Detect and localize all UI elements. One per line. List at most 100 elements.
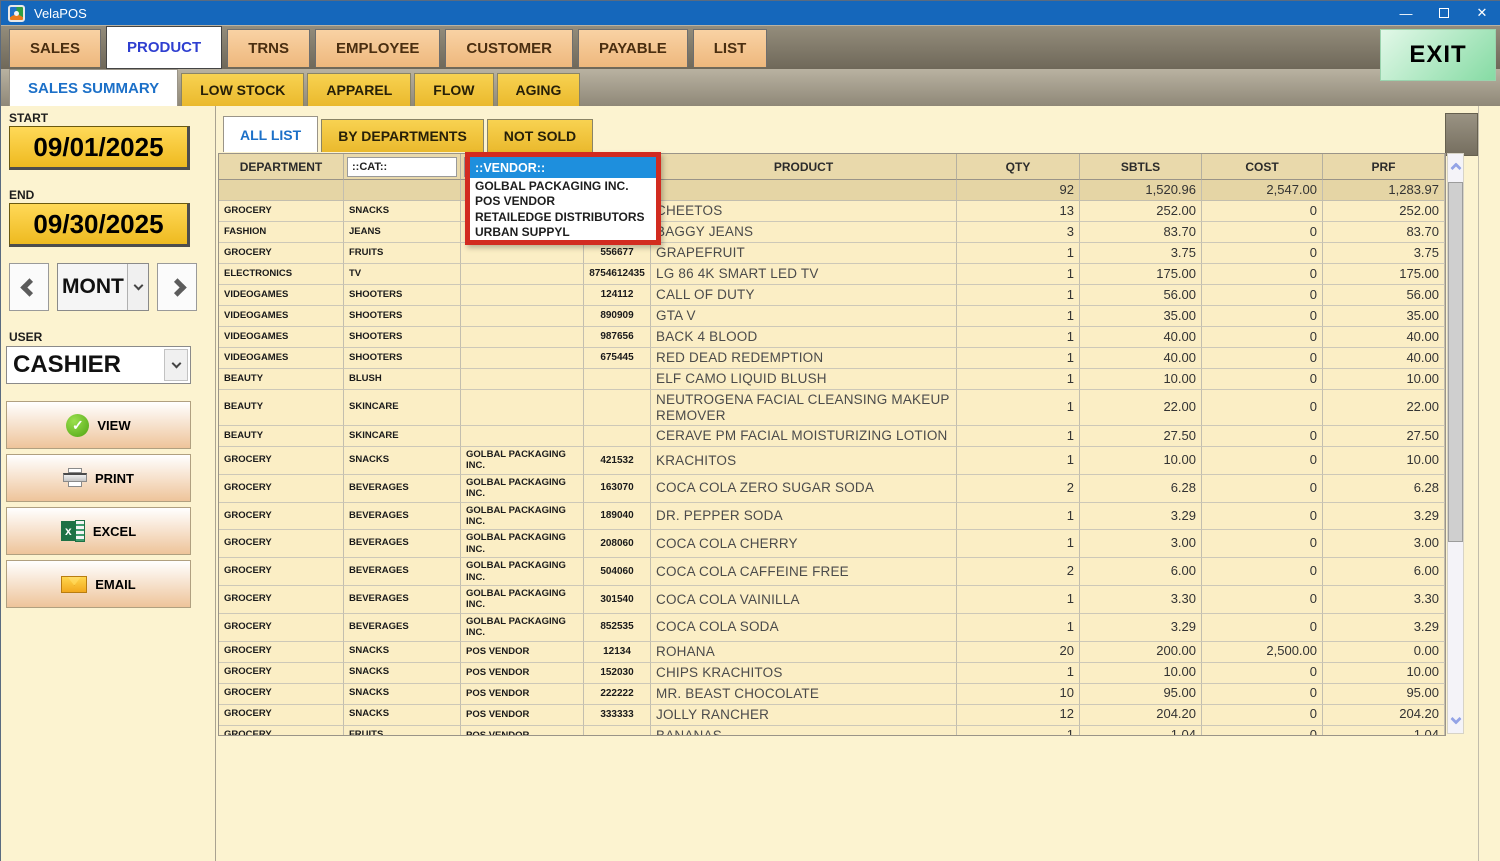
table-row[interactable]: GROCERYSNACKSCHEETOS13252.000252.00 bbox=[219, 201, 1445, 222]
tab-all-list[interactable]: ALL LIST bbox=[223, 116, 318, 152]
period-dropdown-arrow[interactable] bbox=[127, 264, 148, 310]
scroll-up-button[interactable] bbox=[1448, 156, 1463, 176]
start-date-button[interactable]: 09/01/2025 bbox=[9, 126, 190, 170]
cell-product: ROHANA bbox=[651, 642, 957, 663]
table-row[interactable]: GROCERYSNACKSPOS VENDOR333333JOLLY RANCH… bbox=[219, 705, 1445, 726]
cell-qty: 13 bbox=[957, 201, 1080, 222]
cell-sbtls: 3.29 bbox=[1080, 614, 1202, 642]
table-row[interactable]: GROCERYFRUITS556677GRAPEFRUIT13.7503.75 bbox=[219, 243, 1445, 264]
vendor-option-selected[interactable]: ::VENDOR:: bbox=[470, 157, 656, 178]
exit-button[interactable]: EXIT bbox=[1380, 29, 1496, 81]
tab-payable[interactable]: PAYABLE bbox=[578, 29, 688, 67]
table-row[interactable]: GROCERYSNACKSPOS VENDOR12134ROHANA20200.… bbox=[219, 642, 1445, 663]
tab-employee[interactable]: EMPLOYEE bbox=[315, 29, 440, 67]
category-filter-dropdown[interactable]: ::CAT:: bbox=[347, 157, 457, 177]
cell-cat: FRUITS bbox=[344, 243, 461, 264]
excel-button[interactable]: x EXCEL bbox=[6, 507, 191, 555]
col-header-category[interactable]: ::CAT:: bbox=[344, 154, 461, 180]
cell-dept: GROCERY bbox=[219, 447, 344, 475]
tab-flow[interactable]: FLOW bbox=[414, 73, 493, 106]
tab-sales-summary[interactable]: SALES SUMMARY bbox=[9, 69, 178, 106]
cell-prf: 56.00 bbox=[1323, 285, 1445, 306]
col-header-qty[interactable]: QTY bbox=[957, 154, 1080, 180]
table-row[interactable]: BEAUTYBLUSHELF CAMO LIQUID BLUSH110.0001… bbox=[219, 369, 1445, 390]
table-row[interactable]: GROCERYSNACKSPOS VENDOR152030CHIPS KRACH… bbox=[219, 663, 1445, 684]
cell-vendor bbox=[461, 426, 584, 447]
scrollbar-thumb[interactable] bbox=[1448, 182, 1463, 542]
table-row[interactable]: GROCERYBEVERAGESGOLBAL PACKAGING INC.301… bbox=[219, 586, 1445, 614]
end-date-button[interactable]: 09/30/2025 bbox=[9, 203, 190, 247]
cell-vendor bbox=[461, 285, 584, 306]
cell-qty: 12 bbox=[957, 705, 1080, 726]
table-row[interactable]: GROCERYBEVERAGESGOLBAL PACKAGING INC.189… bbox=[219, 503, 1445, 531]
table-row[interactable]: VIDEOGAMESSHOOTERS675445RED DEAD REDEMPT… bbox=[219, 348, 1445, 369]
email-button-label: EMAIL bbox=[95, 577, 135, 592]
print-button[interactable]: PRINT bbox=[6, 454, 191, 502]
cell-vendor: POS VENDOR bbox=[461, 642, 584, 663]
table-row[interactable]: BEAUTYSKINCARENEUTROGENA FACIAL CLEANSIN… bbox=[219, 390, 1445, 426]
cell-cat: SNACKS bbox=[344, 447, 461, 475]
vertical-scrollbar[interactable] bbox=[1447, 153, 1464, 734]
user-select[interactable]: CASHIER bbox=[6, 346, 191, 384]
period-select[interactable]: MONTH bbox=[57, 263, 149, 311]
cell-dept: GROCERY bbox=[219, 586, 344, 614]
scroll-down-button[interactable] bbox=[1448, 711, 1463, 731]
table-row[interactable]: GROCERYFRUITSPOS VENDORBANANAS11.0401.04 bbox=[219, 726, 1445, 737]
printer-icon bbox=[63, 468, 87, 488]
table-row[interactable]: VIDEOGAMESSHOOTERS124112CALL OF DUTY156.… bbox=[219, 285, 1445, 306]
email-button[interactable]: EMAIL bbox=[6, 560, 191, 608]
user-dropdown-arrow[interactable] bbox=[164, 349, 188, 381]
cell-cat: SKINCARE bbox=[344, 426, 461, 447]
cell-vendor bbox=[461, 264, 584, 285]
prev-period-button[interactable] bbox=[9, 263, 49, 311]
vendor-option[interactable]: POS VENDOR bbox=[470, 194, 656, 210]
cell-cat: SNACKS bbox=[344, 705, 461, 726]
table-row[interactable]: GROCERYBEVERAGESGOLBAL PACKAGING INC.208… bbox=[219, 530, 1445, 558]
table-row[interactable]: GROCERYBEVERAGESGOLBAL PACKAGING INC.504… bbox=[219, 558, 1445, 586]
maximize-button[interactable] bbox=[1425, 1, 1463, 25]
minimize-button[interactable]: — bbox=[1387, 1, 1425, 25]
table-row[interactable]: GROCERYSNACKSPOS VENDOR222222MR. BEAST C… bbox=[219, 684, 1445, 705]
tab-by-departments[interactable]: BY DEPARTMENTS bbox=[321, 119, 484, 152]
close-button[interactable]: ✕ bbox=[1463, 1, 1500, 25]
cell-qty: 10 bbox=[957, 684, 1080, 705]
col-header-prf[interactable]: PRF bbox=[1323, 154, 1445, 180]
next-period-button[interactable] bbox=[157, 263, 197, 311]
col-header-product[interactable]: PRODUCT bbox=[651, 154, 957, 180]
view-button[interactable]: ✓ VIEW bbox=[6, 401, 191, 449]
tab-low-stock[interactable]: LOW STOCK bbox=[181, 73, 304, 106]
table-row[interactable]: ELECTRONICSTV8754612435LG 86 4K SMART LE… bbox=[219, 264, 1445, 285]
tab-trns[interactable]: TRNS bbox=[227, 29, 310, 67]
cell-sku: 12134 bbox=[584, 642, 651, 663]
cell-prf: 175.00 bbox=[1323, 264, 1445, 285]
table-row[interactable]: GROCERYBEVERAGESGOLBAL PACKAGING INC.163… bbox=[219, 475, 1445, 503]
col-header-sbtls[interactable]: SBTLS bbox=[1080, 154, 1202, 180]
col-header-department[interactable]: DEPARTMENT bbox=[219, 154, 344, 180]
table-row[interactable]: FASHIONJEANSBAGGY JEANS383.70083.70 bbox=[219, 222, 1445, 243]
table-row[interactable]: GROCERYSNACKSGOLBAL PACKAGING INC.421532… bbox=[219, 447, 1445, 475]
tab-aging[interactable]: AGING bbox=[497, 73, 581, 106]
cell-cat: SNACKS bbox=[344, 684, 461, 705]
vendor-option[interactable]: URBAN SUPPYL bbox=[470, 225, 656, 241]
cell-cost: 0 bbox=[1202, 726, 1323, 737]
tab-sales[interactable]: SALES bbox=[9, 29, 101, 67]
tab-not-sold[interactable]: NOT SOLD bbox=[487, 119, 593, 152]
table-row[interactable]: VIDEOGAMESSHOOTERS890909GTA V135.00035.0… bbox=[219, 306, 1445, 327]
vendor-option[interactable]: RETAILEDGE DISTRIBUTORS bbox=[470, 209, 656, 225]
cell-sku: 301540 bbox=[584, 586, 651, 614]
tab-customer[interactable]: CUSTOMER bbox=[445, 29, 573, 67]
col-header-cost[interactable]: COST bbox=[1202, 154, 1323, 180]
cell-prf: 22.00 bbox=[1323, 390, 1445, 426]
cell-cost: 2,500.00 bbox=[1202, 642, 1323, 663]
cell-cost: 0 bbox=[1202, 243, 1323, 264]
tab-list[interactable]: LIST bbox=[693, 29, 768, 67]
tab-product[interactable]: PRODUCT bbox=[106, 26, 222, 69]
cell-prf: 95.00 bbox=[1323, 684, 1445, 705]
table-row[interactable]: BEAUTYSKINCARECERAVE PM FACIAL MOISTURIZ… bbox=[219, 426, 1445, 447]
vendor-option[interactable]: GOLBAL PACKAGING INC. bbox=[470, 178, 656, 194]
table-row[interactable]: GROCERYBEVERAGESGOLBAL PACKAGING INC.852… bbox=[219, 614, 1445, 642]
cell-dept: GROCERY bbox=[219, 726, 344, 737]
tab-apparel[interactable]: APPAREL bbox=[307, 73, 411, 106]
table-row[interactable]: VIDEOGAMESSHOOTERS987656BACK 4 BLOOD140.… bbox=[219, 327, 1445, 348]
cell-prf: 10.00 bbox=[1323, 663, 1445, 684]
